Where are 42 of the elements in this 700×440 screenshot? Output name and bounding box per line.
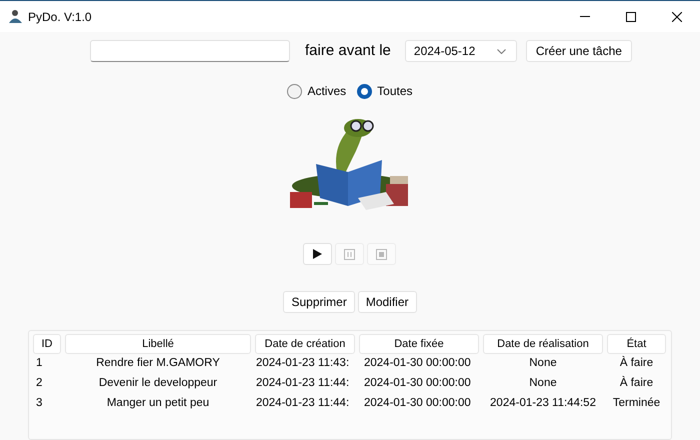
table-cell-text: Terminée bbox=[612, 396, 662, 412]
app-icon bbox=[8, 9, 23, 24]
create-task-button[interactable]: Créer une tâche bbox=[526, 40, 632, 62]
table-cell-text: Rendre fier M.GAMORY bbox=[95, 356, 221, 372]
table-cell-text: Devenir le developpeur bbox=[98, 376, 218, 392]
table-cell-text: None bbox=[528, 376, 558, 392]
table-cell-text: 2024-01-23 11:44: bbox=[255, 396, 350, 412]
play-button[interactable] bbox=[303, 243, 332, 265]
column-header[interactable]: Date de réalisation bbox=[483, 334, 603, 354]
table-cell-text: 3 bbox=[35, 396, 44, 412]
date-dropdown[interactable]: 2024-05-12 bbox=[404, 40, 517, 62]
table-cell-text: 1 bbox=[35, 356, 44, 372]
window-title: PyDo. V:1.0 bbox=[28, 8, 92, 26]
task-field[interactable] bbox=[90, 40, 290, 62]
table-cell-text: À faire bbox=[618, 375, 654, 392]
due-date-label: faire avant le bbox=[305, 40, 391, 61]
minimize-icon bbox=[580, 16, 590, 17]
table-cell-text: 2024-01-23 11:43: bbox=[255, 356, 350, 372]
table-cell-text: 2024-01-30 00:00:00 bbox=[363, 396, 472, 412]
table-cell-text: À faire bbox=[618, 355, 654, 372]
filter-radio[interactable]: Toutes bbox=[357, 82, 413, 100]
table-cell-text: 2024-01-23 11:44:52 bbox=[489, 396, 597, 412]
pause-icon bbox=[344, 248, 355, 260]
column-header[interactable]: Date fixée bbox=[359, 334, 479, 354]
close-icon bbox=[672, 12, 682, 22]
table-cell-text: 2 bbox=[35, 376, 44, 392]
column-header[interactable]: Libellé bbox=[65, 334, 251, 354]
filter-radio[interactable]: Actives bbox=[287, 82, 346, 100]
table-cell-text: 2024-01-30 00:00:00 bbox=[363, 376, 472, 392]
table-cell-text: 2024-01-30 00:00:00 bbox=[363, 356, 472, 372]
table-cell-text: Manger un petit peu bbox=[106, 396, 210, 412]
column-header[interactable]: État bbox=[607, 334, 666, 354]
chevron-icon bbox=[496, 48, 506, 54]
column-header[interactable]: Date de création bbox=[255, 334, 355, 354]
play-icon bbox=[313, 249, 322, 259]
table-cell-text: None bbox=[528, 356, 558, 372]
action-button[interactable]: Modifier bbox=[358, 291, 417, 313]
column-header[interactable]: ID bbox=[33, 334, 61, 354]
table-cell-text: 2024-01-23 11:44: bbox=[255, 376, 350, 392]
stop-icon bbox=[376, 248, 387, 260]
maximize-icon bbox=[626, 12, 636, 22]
action-button[interactable]: Supprimer bbox=[283, 291, 355, 313]
